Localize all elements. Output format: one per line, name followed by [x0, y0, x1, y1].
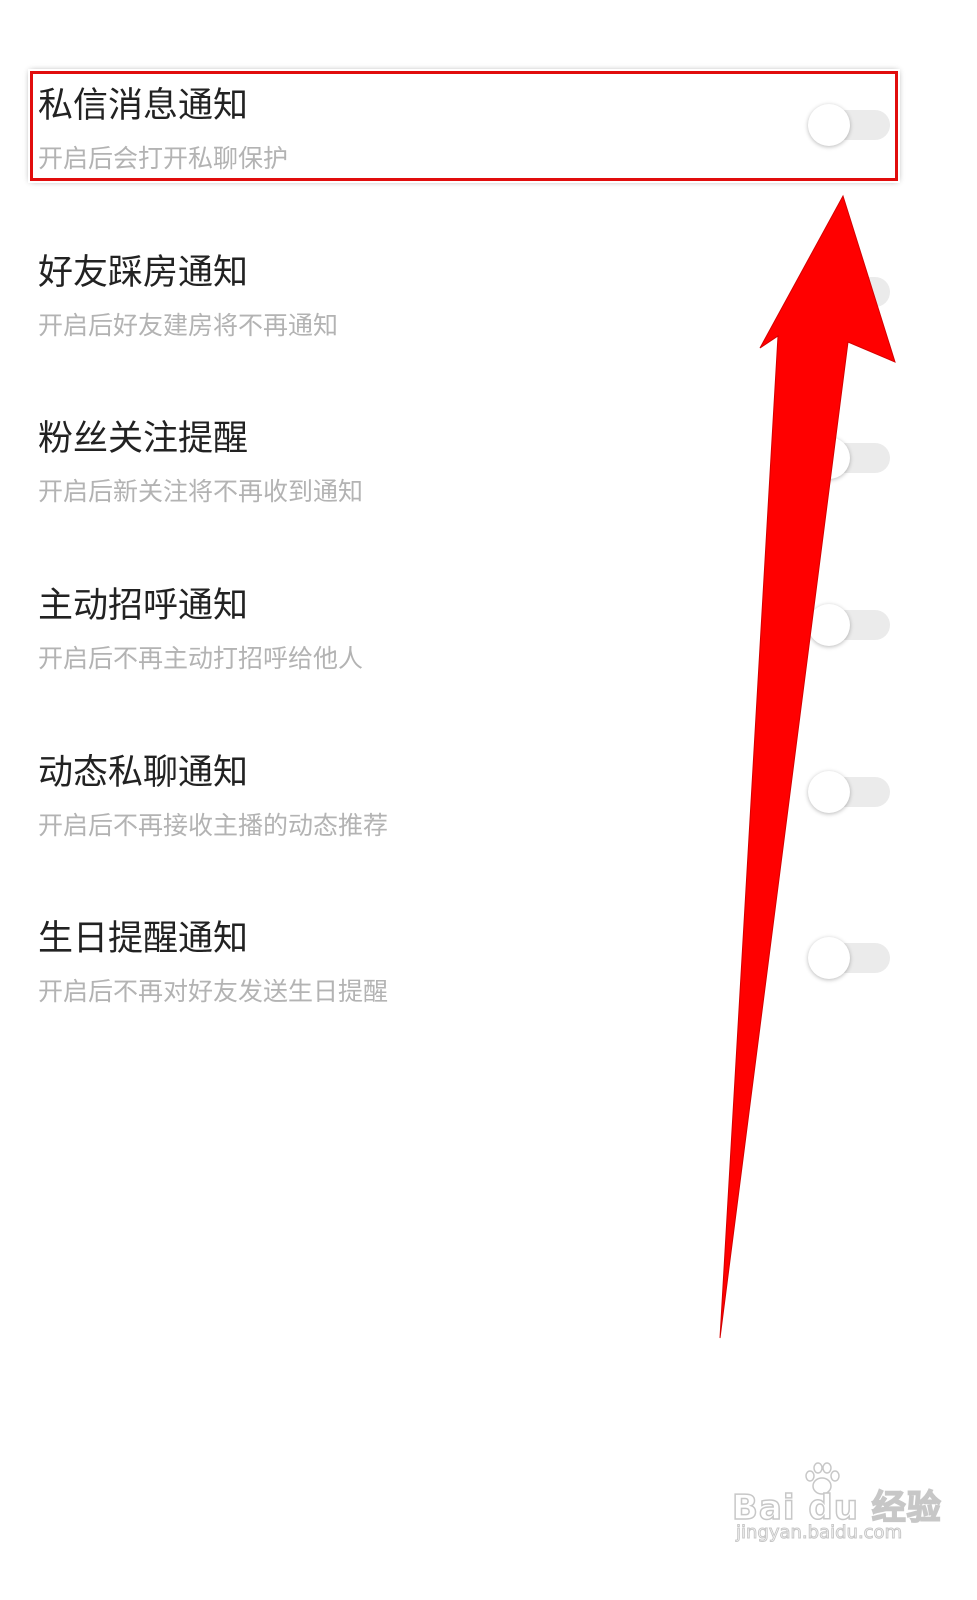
setting-subtitle: 开启后会打开私聊保护 — [38, 144, 289, 173]
watermark-url: jingyan.baidu.com — [735, 1522, 903, 1544]
setting-title: 好友踩房通知 — [38, 253, 249, 293]
birthday-toggle[interactable] — [808, 937, 890, 979]
setting-row-greeting: 主动招呼通知 开启后不再主动打招呼给他人 — [38, 584, 898, 694]
fan-follow-toggle[interactable] — [808, 437, 890, 479]
toggle-knob — [808, 271, 850, 313]
setting-title: 动态私聊通知 — [38, 753, 249, 793]
toggle-knob — [808, 104, 850, 146]
private-message-toggle[interactable] — [808, 104, 890, 146]
setting-title: 私信消息通知 — [38, 86, 249, 126]
toggle-knob — [808, 437, 850, 479]
setting-row-birthday: 生日提醒通知 开启后不再对好友发送生日提醒 — [38, 917, 898, 1027]
setting-row-friend-room: 好友踩房通知 开启后好友建房将不再通知 — [38, 251, 898, 361]
setting-subtitle: 开启后不再主动打招呼给他人 — [38, 644, 364, 673]
setting-row-fan-follow: 粉丝关注提醒 开启后新关注将不再收到通知 — [38, 417, 898, 527]
setting-subtitle: 开启后不再对好友发送生日提醒 — [38, 977, 389, 1006]
setting-title: 生日提醒通知 — [38, 919, 249, 959]
setting-subtitle: 开启后新关注将不再收到通知 — [38, 477, 364, 506]
setting-title: 粉丝关注提醒 — [38, 419, 249, 459]
greeting-toggle[interactable] — [808, 604, 890, 646]
setting-title: 主动招呼通知 — [38, 586, 249, 626]
friend-room-toggle[interactable] — [808, 271, 890, 313]
setting-subtitle: 开启后好友建房将不再通知 — [38, 311, 339, 340]
toggle-knob — [808, 604, 850, 646]
setting-subtitle: 开启后不再接收主播的动态推荐 — [38, 811, 389, 840]
baidu-jingyan-watermark: Bai du 经验 jingyan.baidu.com — [731, 1462, 941, 1552]
setting-row-feed-chat: 动态私聊通知 开启后不再接收主播的动态推荐 — [38, 751, 898, 861]
toggle-knob — [808, 771, 850, 813]
setting-row-private-message: 私信消息通知 开启后会打开私聊保护 — [38, 84, 898, 194]
feed-chat-toggle[interactable] — [808, 771, 890, 813]
toggle-knob — [808, 937, 850, 979]
